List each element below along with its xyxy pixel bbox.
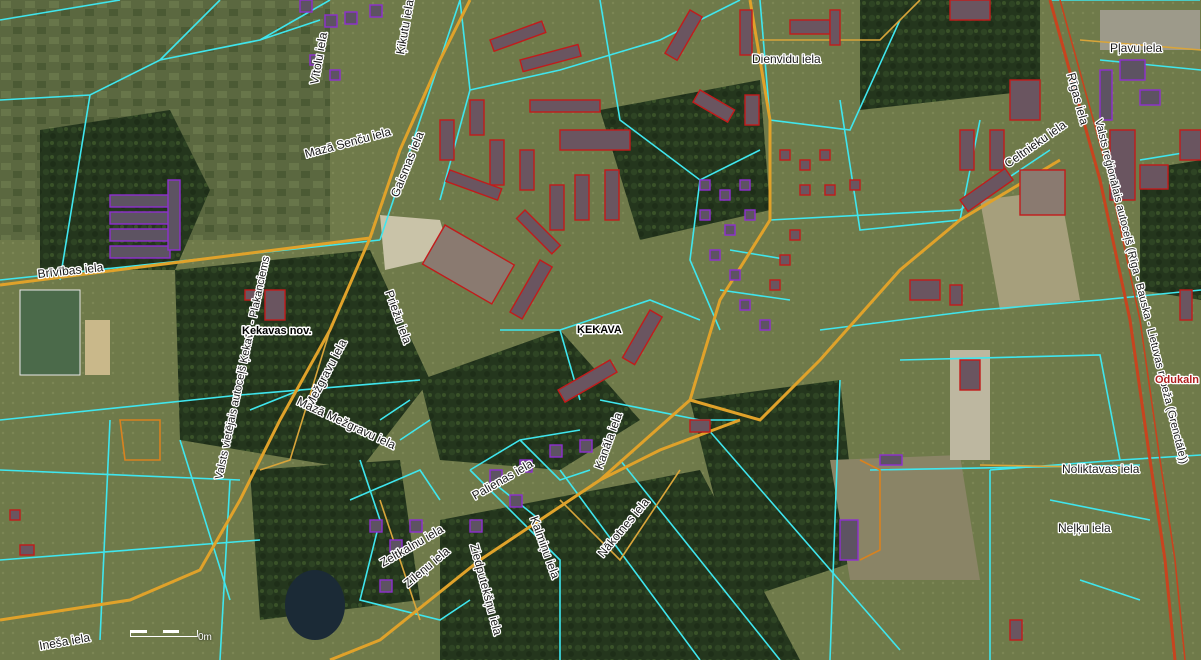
scale-bar-label: 0m (198, 632, 212, 643)
map-canvas[interactable]: Brīvības iela Mazā Senču iela Gaismas ie… (0, 0, 1201, 660)
label-kekava: ĶEKAVA (577, 324, 622, 336)
label-noliktavas: Noliktavas iela (1062, 462, 1140, 476)
label-odukalns: Odukaln (1155, 374, 1199, 386)
label-kekavas-nov: Ķekavas nov. (242, 325, 312, 337)
scale-bar (130, 630, 198, 637)
label-nelku: Neļķu iela (1058, 521, 1111, 535)
label-plavu: Pļavu iela (1110, 41, 1162, 55)
map-view[interactable]: Brīvības iela Mazā Senču iela Gaismas ie… (0, 0, 1201, 660)
label-dienvidu: Dienvidu iela (752, 52, 821, 66)
